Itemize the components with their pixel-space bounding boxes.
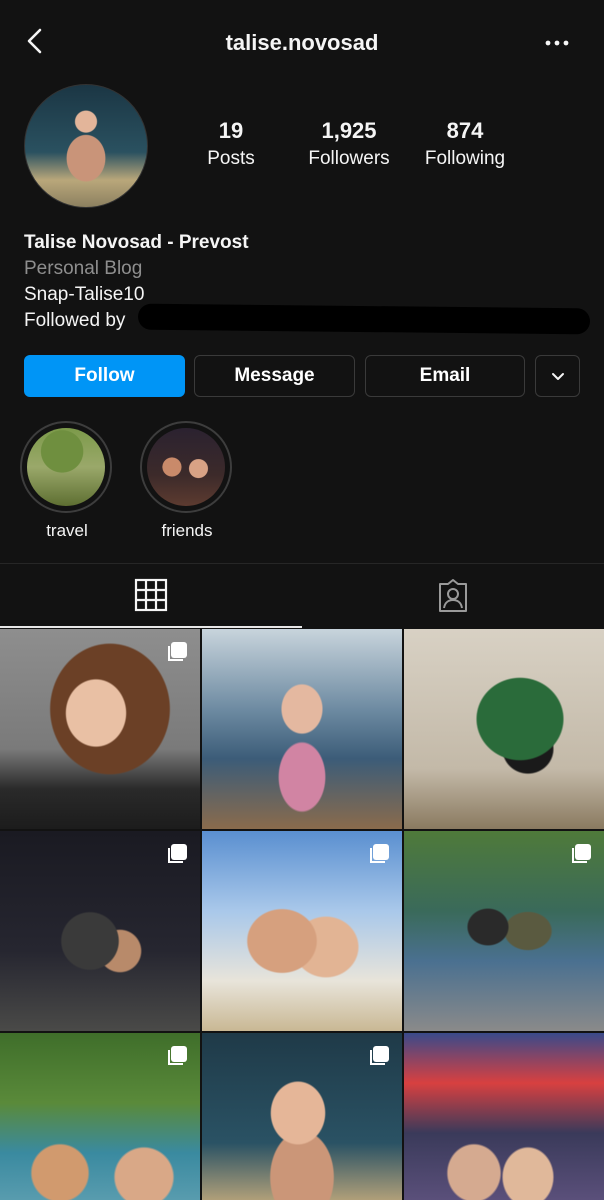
profile-full-name: Talise Novosad - Prevost (24, 232, 249, 253)
posts-stat[interactable]: 19 Posts (176, 118, 286, 170)
highlight-label: friends (161, 521, 213, 540)
carousel-icon (370, 844, 389, 863)
top-bar: talise.novosad (0, 0, 604, 86)
suggested-accounts-button[interactable] (535, 355, 580, 397)
highlight-cover-image (27, 428, 105, 506)
message-button[interactable]: Message (194, 355, 355, 397)
post-thumbnail[interactable] (0, 831, 200, 1031)
post-thumbnail[interactable] (202, 831, 402, 1031)
post-thumbnail[interactable] (0, 629, 200, 829)
post-thumbnail[interactable] (404, 831, 604, 1031)
highlight-ring (140, 421, 232, 513)
post-thumbnail[interactable] (202, 1033, 402, 1200)
profile-avatar[interactable] (24, 84, 148, 208)
follow-button[interactable]: Follow (24, 355, 185, 397)
redaction-mark (137, 303, 591, 335)
posts-grid (0, 629, 604, 1200)
grid-icon (134, 578, 168, 612)
carousel-icon (168, 1046, 187, 1065)
highlight-label: travel (46, 521, 88, 540)
post-thumbnail[interactable] (404, 629, 604, 829)
highlight-travel[interactable]: travel (20, 421, 114, 541)
tab-posts-grid[interactable] (0, 564, 302, 628)
profile-stats: 19 Posts 1,925 Followers 874 Following (170, 118, 570, 178)
profile-category: Personal Blog (24, 258, 143, 279)
followers-label: Followers (308, 148, 390, 169)
carousel-icon (572, 844, 591, 863)
profile-bio: Talise Novosad - Prevost Personal Blog S… (24, 232, 591, 336)
following-count: 874 (446, 118, 484, 143)
profile-actions: Follow Message Email (24, 355, 580, 397)
chevron-down-icon (551, 373, 564, 380)
post-thumbnail[interactable] (202, 629, 402, 829)
email-button[interactable]: Email (365, 355, 525, 397)
tagged-person-icon (439, 579, 467, 612)
carousel-icon (168, 844, 187, 863)
highlight-cover-image (147, 428, 225, 506)
posts-label: Posts (207, 148, 255, 169)
post-thumbnail[interactable] (404, 1033, 604, 1200)
post-thumbnail[interactable] (0, 1033, 200, 1200)
carousel-icon (168, 642, 187, 661)
following-label: Following (424, 148, 506, 169)
tab-tagged[interactable] (302, 564, 604, 628)
profile-username: talise.novosad (225, 30, 379, 55)
posts-count: 19 (218, 118, 244, 143)
highlight-ring (20, 421, 112, 513)
more-options-icon[interactable] (544, 28, 570, 54)
followers-stat[interactable]: 1,925 Followers (294, 118, 404, 170)
profile-tabs (0, 563, 604, 628)
followers-count: 1,925 (321, 118, 377, 143)
carousel-icon (370, 1046, 389, 1065)
highlight-friends[interactable]: friends (140, 421, 234, 541)
following-stat[interactable]: 874 Following (410, 118, 520, 170)
